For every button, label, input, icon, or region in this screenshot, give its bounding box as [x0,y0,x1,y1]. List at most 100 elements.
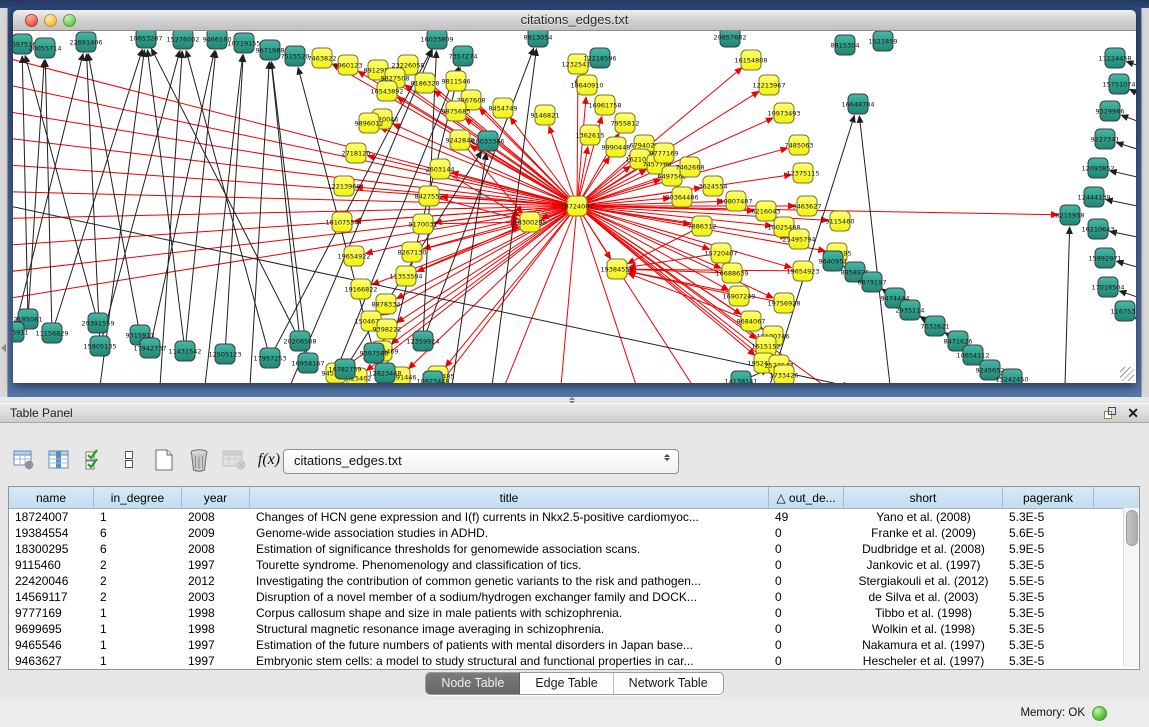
row-height-icon[interactable] [117,448,141,472]
column-header-title[interactable]: title [250,487,769,508]
table-cell[interactable]: 9777169 [9,605,94,621]
table-cell[interactable]: 5.3E-5 [1003,557,1094,573]
table-row[interactable]: 1872400712008Changes of HCN gene express… [9,509,1139,525]
table-cell[interactable]: 1 [94,605,182,621]
table-cell[interactable]: 6 [94,541,182,557]
close-panel-icon[interactable]: ✕ [1127,405,1139,421]
table-row[interactable]: 911546021997Tourette syndrome. Phenomeno… [9,557,1139,573]
table-cell[interactable]: 1998 [182,605,250,621]
table-cell[interactable]: 19384554 [9,525,94,541]
table-cell[interactable]: 0 [769,621,844,637]
table-cell[interactable]: Franke et al. (2009) [844,525,1003,541]
table-cell[interactable]: Dudbridge et al. (2008) [844,541,1003,557]
table-cell[interactable]: 2008 [182,509,250,525]
table-cell[interactable]: 5.3E-5 [1003,621,1094,637]
select-all-rows-icon[interactable] [82,448,106,472]
new-table-icon[interactable] [152,448,176,472]
table-cell[interactable]: Stergiakouli et al. (2012) [844,573,1003,589]
table-cell[interactable]: Wolkin et al. (1998) [844,621,1003,637]
resize-grip[interactable] [1120,367,1134,381]
table-selector-combobox[interactable]: citations_edges.txt [283,449,679,474]
table-cell[interactable]: 0 [769,605,844,621]
table-cell[interactable]: 2 [94,573,182,589]
show-columns-icon[interactable] [47,448,71,472]
table-cell[interactable]: 5.9E-5 [1003,541,1094,557]
table-cell[interactable]: 5.5E-5 [1003,573,1094,589]
column-header-short[interactable]: short [844,487,1003,508]
table-row[interactable]: 946554611997Estimation of the future num… [9,637,1139,653]
scrollbar-thumb[interactable] [1126,510,1138,546]
table-cell[interactable]: 2 [94,589,182,605]
table-cell[interactable]: Tibbo et al. (1998) [844,605,1003,621]
table-cell[interactable]: 49 [769,509,844,525]
table-cell[interactable]: Estimation of the future numbers of pati… [250,637,769,653]
table-row[interactable]: 1830029562008Estimation of significance … [9,541,1139,557]
table-cell[interactable]: Jankovic et al. (1997) [844,557,1003,573]
table-cell[interactable]: Genome-wide association studies in ADHD. [250,525,769,541]
table-cell[interactable]: Corpus callosum shape and size in male p… [250,605,769,621]
table-cell[interactable]: 1 [94,637,182,653]
table-cell[interactable]: 0 [769,557,844,573]
table-cell[interactable]: 9463627 [9,653,94,669]
window-titlebar[interactable]: citations_edges.txt [13,10,1136,31]
table-cell[interactable]: 2003 [182,589,250,605]
table-row[interactable]: 1938455462009Genome-wide association stu… [9,525,1139,541]
memory-status-led-icon[interactable] [1092,706,1107,721]
table-cell[interactable]: Nakamura et al. (1997) [844,637,1003,653]
network-canvas[interactable]: 1872400718300295193845541232541318640910… [13,31,1136,383]
float-panel-icon[interactable] [1103,406,1117,420]
table-cell[interactable]: 0 [769,541,844,557]
table-row[interactable]: 977716911998Corpus callosum shape and si… [9,605,1139,621]
table-cell[interactable]: 1 [94,509,182,525]
table-cell[interactable]: 1997 [182,557,250,573]
column-header-in_degree[interactable]: in_degree [94,487,182,508]
table-cell[interactable]: 2 [94,557,182,573]
table-cell[interactable]: Embryonic stem cells: a model to study s… [250,653,769,669]
table-cell[interactable]: 2008 [182,541,250,557]
table-cell[interactable]: 9115460 [9,557,94,573]
table-cell[interactable]: Yano et al. (2008) [844,509,1003,525]
table-cell[interactable]: 0 [769,653,844,669]
column-header-out_de[interactable]: △ out_de... [769,487,844,508]
table-cell[interactable]: 1 [94,653,182,669]
table-cell[interactable]: 6 [94,525,182,541]
function-builder-icon[interactable]: f(x) [257,448,281,472]
table-cell[interactable]: 5.3E-5 [1003,589,1094,605]
table-cell[interactable]: 5.3E-5 [1003,653,1094,669]
table-cell[interactable]: 5.3E-5 [1003,605,1094,621]
table-settings-icon[interactable] [12,448,36,472]
table-cell[interactable]: de Silva et al. (2003) [844,589,1003,605]
tab-network-table[interactable]: Network Table [614,673,723,694]
table-cell[interactable]: 1 [94,621,182,637]
table-cell[interactable]: 5.6E-5 [1003,525,1094,541]
table-cell[interactable]: 0 [769,589,844,605]
table-cell[interactable]: Estimation of significance thresholds fo… [250,541,769,557]
table-cell[interactable]: 18300295 [9,541,94,557]
table-row[interactable]: 1456911722003Disruption of a novel membe… [9,589,1139,605]
table-cell[interactable]: Tourette syndrome. Phenomenology and cla… [250,557,769,573]
table-cell[interactable]: 22420046 [9,573,94,589]
table-cell[interactable]: 1998 [182,621,250,637]
table-cell[interactable]: Hescheler et al. (1997) [844,653,1003,669]
collapse-arrow-icon[interactable] [1,344,6,352]
table-cell[interactable]: 0 [769,573,844,589]
table-scrollbar[interactable] [1123,508,1139,667]
table-cell[interactable]: 9465546 [9,637,94,653]
delete-table-icon[interactable] [187,448,211,472]
table-cell[interactable]: Investigating the contribution of common… [250,573,769,589]
column-header-year[interactable]: year [182,487,250,508]
table-cell[interactable]: Changes of HCN gene expression and I(f) … [250,509,769,525]
column-header-pagerank[interactable]: pagerank [1003,487,1094,508]
table-row[interactable]: 946362711997Embryonic stem cells: a mode… [9,653,1139,669]
table-cell[interactable]: Structural magnetic resonance image aver… [250,621,769,637]
table-cell[interactable]: 1997 [182,653,250,669]
tab-node-table[interactable]: Node Table [426,673,520,694]
table-cell[interactable]: 0 [769,637,844,653]
table-row[interactable]: 2242004622012Investigating the contribut… [9,573,1139,589]
table-cell[interactable]: Disruption of a novel member of a sodium… [250,589,769,605]
column-header-name[interactable]: name [9,487,94,508]
table-cell[interactable]: 2012 [182,573,250,589]
table-cell[interactable]: 5.3E-5 [1003,509,1094,525]
table-cell[interactable]: 2009 [182,525,250,541]
table-cell[interactable]: 5.3E-5 [1003,637,1094,653]
